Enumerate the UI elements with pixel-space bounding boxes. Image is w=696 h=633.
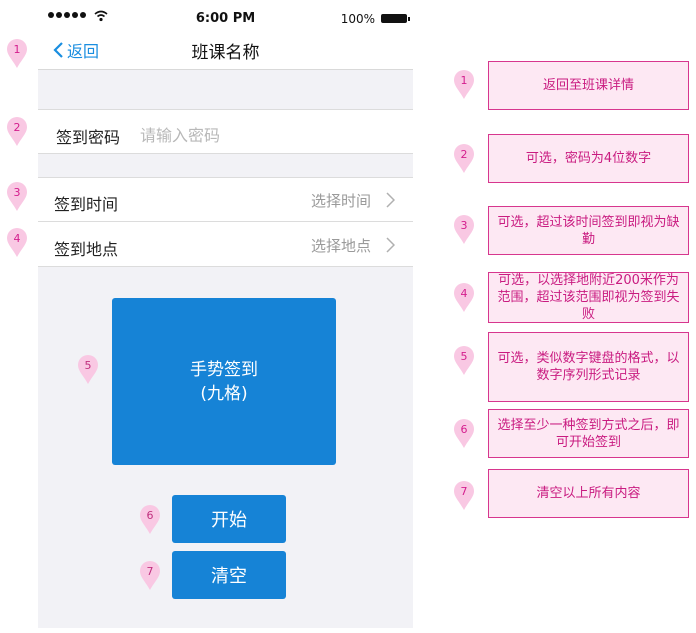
start-button[interactable]: 开始	[172, 495, 286, 543]
password-label: 签到密码	[56, 128, 121, 147]
time-value: 选择时间	[310, 192, 371, 210]
annotation-note-6: 选择至少一种签到方式之后，即可开始签到	[488, 409, 689, 458]
annotation-note-3: 可选，超过该时间签到即视为缺勤	[488, 206, 689, 255]
marker-pin-6: 6	[140, 505, 160, 535]
time-row[interactable]: 签到时间 选择时间	[38, 177, 413, 222]
marker-pin-7: 7	[140, 561, 160, 591]
annotation-note-4: 可选，以选择地附近200米作为范围，超过该范围即视为签到失败	[488, 272, 689, 323]
note-pin-3: 3	[454, 215, 474, 245]
marker-pin-5: 5	[78, 355, 98, 385]
page-title: 班课名称	[191, 43, 260, 63]
chevron-right-icon	[386, 192, 395, 208]
location-value: 选择地点	[310, 237, 371, 255]
note-pin-6: 6	[454, 419, 474, 449]
password-input[interactable]: 请输入密码	[140, 122, 220, 146]
note-pin-2: 2	[454, 144, 474, 174]
gesture-pad[interactable]: 手势签到 (九格)	[112, 298, 336, 465]
battery-icon	[381, 14, 410, 23]
gesture-subtitle: (九格)	[200, 383, 248, 404]
note-pin-4: 4	[454, 283, 474, 313]
status-bar: 6:00 PM 100%	[38, 0, 413, 32]
annotation-note-2: 可选，密码为4位数字	[488, 134, 689, 183]
note-pin-7: 7	[454, 481, 474, 511]
marker-pin-1: 1	[7, 39, 27, 69]
location-row[interactable]: 签到地点 选择地点	[38, 221, 413, 267]
gesture-title: 手势签到	[190, 359, 258, 380]
note-pin-5: 5	[454, 346, 474, 376]
note-pin-1: 1	[454, 70, 474, 100]
battery-percent: 100%	[340, 12, 375, 26]
annotation-note-7: 清空以上所有内容	[488, 469, 689, 518]
clear-button[interactable]: 清空	[172, 551, 286, 599]
annotation-note-1: 返回至班课详情	[488, 61, 689, 110]
annotation-note-5: 可选，类似数字键盘的格式，以数字序列形式记录	[488, 332, 689, 402]
location-label: 签到地点	[54, 240, 119, 259]
marker-pin-4: 4	[7, 228, 27, 258]
marker-pin-3: 3	[7, 182, 27, 212]
chevron-right-icon	[386, 237, 395, 253]
marker-pin-2: 2	[7, 117, 27, 147]
nav-bar: 返回 班课名称	[38, 32, 413, 70]
time-label: 签到时间	[54, 195, 119, 214]
phone-screen: 6:00 PM 100% 返回 班课名称 签到密码 请输入密码 签到时间 选择时…	[38, 0, 413, 628]
password-row[interactable]: 签到密码 请输入密码	[38, 109, 413, 154]
